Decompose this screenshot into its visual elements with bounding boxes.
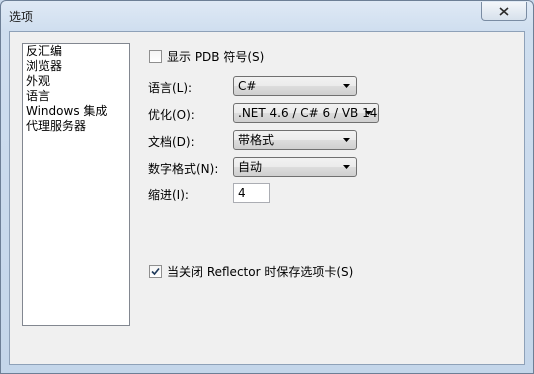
language-select-value: C# <box>238 79 257 93</box>
indent-input[interactable]: 4 <box>233 183 270 203</box>
optimization-select[interactable]: .NET 4.6 / C# 6 / VB 14 <box>233 103 379 123</box>
number-format-label: 数字格式(N): <box>148 162 219 176</box>
indent-label: 缩进(I): <box>148 188 189 202</box>
category-item-appearance[interactable]: 外观 <box>23 74 129 89</box>
window-title: 选项 <box>9 10 34 24</box>
close-button[interactable] <box>481 2 527 21</box>
save-tabs-on-close-option[interactable]: 当关闭 Reflector 时保存选项卡(S) <box>149 263 353 280</box>
title-bar: 选项 <box>1 1 533 31</box>
category-item-proxy-server[interactable]: 代理服务器 <box>23 119 129 134</box>
category-item-windows-integration[interactable]: Windows 集成 <box>23 104 129 119</box>
chevron-down-icon <box>343 138 350 142</box>
category-item-language[interactable]: 语言 <box>23 89 129 104</box>
category-list[interactable]: 反汇编 浏览器 外观 语言 Windows 集成 代理服务器 <box>22 43 130 326</box>
number-format-select-value: 自动 <box>238 160 263 174</box>
save-tabs-on-close-checkbox[interactable] <box>149 265 162 278</box>
optimization-label: 优化(O): <box>148 108 195 122</box>
documentation-select-value: 带格式 <box>238 133 275 147</box>
language-select[interactable]: C# <box>233 76 357 96</box>
chevron-down-icon <box>343 165 350 169</box>
show-pdb-symbols-option[interactable]: 显示 PDB 符号(S) <box>149 48 264 65</box>
chevron-down-icon <box>343 84 350 88</box>
dialog-client-area: 反汇编 浏览器 外观 语言 Windows 集成 代理服务器 显示 PDB 符号… <box>9 31 525 365</box>
number-format-select[interactable]: 自动 <box>233 157 357 177</box>
documentation-select[interactable]: 带格式 <box>233 130 357 150</box>
show-pdb-symbols-checkbox[interactable] <box>149 50 162 63</box>
language-label: 语言(L): <box>148 81 193 95</box>
category-item-browser[interactable]: 浏览器 <box>23 59 129 74</box>
chevron-down-icon <box>365 111 372 115</box>
optimization-select-value: .NET 4.6 / C# 6 / VB 14 <box>238 106 378 120</box>
checkmark-icon <box>151 267 160 276</box>
close-icon <box>499 6 509 16</box>
save-tabs-on-close-label: 当关闭 Reflector 时保存选项卡(S) <box>167 265 354 279</box>
show-pdb-symbols-label: 显示 PDB 符号(S) <box>167 50 265 64</box>
options-dialog: 选项 反汇编 浏览器 外观 语言 Windows 集成 代理服务器 显示 PDB… <box>0 0 534 374</box>
category-item-disassembler[interactable]: 反汇编 <box>23 44 129 59</box>
documentation-label: 文档(D): <box>148 135 195 149</box>
